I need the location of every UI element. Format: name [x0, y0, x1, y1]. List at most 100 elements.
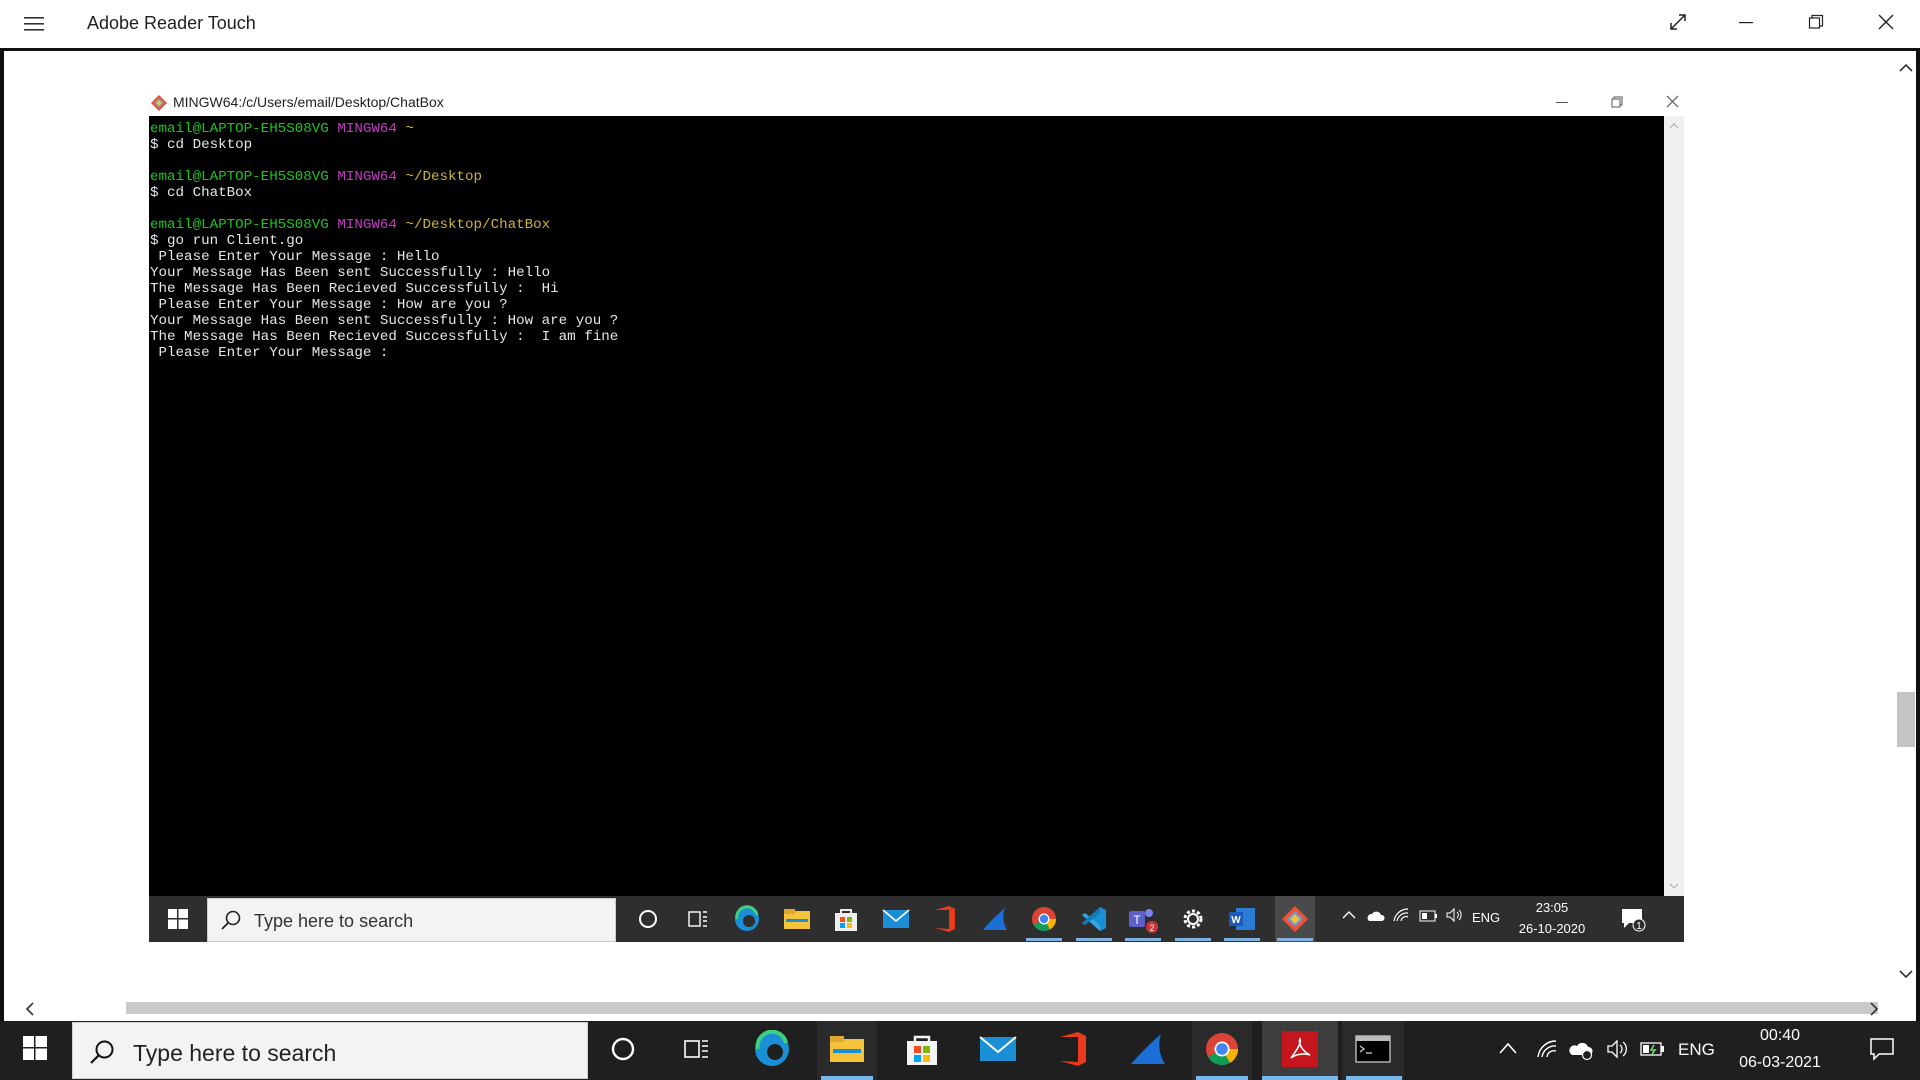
terminal-restore-button: [1597, 91, 1637, 116]
prompt-user: email@LAPTOP-EH5S08VG: [150, 121, 329, 137]
task-view-button[interactable]: [666, 1029, 726, 1073]
minimize-icon: [1738, 14, 1754, 35]
close-icon: [1666, 95, 1679, 113]
teams-icon: T2: [1126, 902, 1160, 936]
language-indicator[interactable]: ENG: [1678, 1040, 1715, 1060]
clock-time[interactable]: 00:40: [1735, 1027, 1825, 1045]
file-explorer-button[interactable]: [817, 1029, 877, 1073]
clock-date[interactable]: 06-03-2021: [1730, 1054, 1830, 1072]
volume-icon[interactable]: [1606, 1039, 1630, 1064]
mail-icon: [979, 1035, 1017, 1068]
taskbar-search-box[interactable]: Type here to search: [72, 1022, 588, 1079]
vertical-scroll-thumb[interactable]: [1897, 692, 1915, 747]
office-button[interactable]: [1043, 1029, 1103, 1073]
prompt-path: ~/Desktop: [405, 169, 483, 185]
output-line: Please Enter Your Message :: [150, 345, 389, 361]
cortana-button[interactable]: [593, 1029, 653, 1073]
minimize-icon: [1556, 95, 1568, 113]
horizontal-scroll-thumb[interactable]: [126, 1002, 1878, 1014]
expand-icon: [1669, 13, 1687, 36]
store-icon: [829, 902, 863, 936]
settings-gear-icon: [1176, 902, 1210, 936]
scroll-right-arrow-icon[interactable]: [1864, 999, 1884, 1019]
restore-icon: [1611, 95, 1623, 113]
scroll-down-arrow-icon[interactable]: [1896, 964, 1916, 984]
prompt-shell: MINGW64: [337, 217, 397, 233]
edge-button[interactable]: [742, 1029, 802, 1073]
file-explorer-icon: [829, 1034, 865, 1069]
terminal-close-button: [1652, 91, 1692, 116]
volume-icon: [1445, 907, 1465, 926]
running-indicator: [821, 1076, 873, 1080]
show-hidden-icons-button[interactable]: [1498, 1040, 1518, 1061]
windows-start-icon: [149, 896, 206, 942]
close-button[interactable]: [1852, 0, 1920, 48]
vertical-scrollbar[interactable]: [1896, 52, 1916, 993]
store-button[interactable]: [892, 1029, 952, 1073]
action-center-button[interactable]: [1864, 1035, 1900, 1067]
screenshot-clock-time: 23:05: [1535, 900, 1569, 915]
minimize-button[interactable]: [1712, 0, 1780, 48]
screenshot-clock-date: 26-10-2020: [1518, 921, 1586, 936]
restore-button[interactable]: [1782, 0, 1850, 48]
office-icon: [1058, 1031, 1088, 1072]
window-border: [0, 48, 4, 1021]
teams-badge: 2: [1149, 923, 1154, 933]
adobe-reader-button[interactable]: [1270, 1029, 1330, 1073]
output-line: The Message Has Been Recieved Successful…: [150, 329, 619, 345]
search-icon: [220, 909, 242, 936]
command-prompt-button[interactable]: [1343, 1029, 1403, 1073]
restore-icon: [1808, 14, 1824, 35]
full-screen-button[interactable]: [1644, 0, 1712, 48]
prompt-path: ~: [405, 121, 414, 137]
chevron-up-icon: [1499, 1042, 1517, 1054]
task-view-icon: [681, 902, 715, 936]
language-indicator: ENG: [1472, 910, 1501, 925]
notification-count: 1: [1636, 921, 1642, 932]
wifi-icon: [1392, 907, 1410, 926]
svg-text:W: W: [1231, 915, 1241, 926]
onedrive-sync-icon[interactable]: [1568, 1039, 1594, 1066]
search-placeholder: Type here to search: [133, 1040, 337, 1066]
word-icon: W: [1225, 902, 1259, 936]
horizontal-scrollbar[interactable]: [4, 998, 1896, 1020]
wifi-icon[interactable]: [1536, 1039, 1558, 1064]
command-line: $ go run Client.go: [150, 233, 304, 249]
chrome-icon: [1027, 902, 1061, 936]
output-line: Your Message Has Been sent Successfully …: [150, 265, 551, 281]
onedrive-icon: [1365, 909, 1385, 926]
chrome-button[interactable]: [1192, 1029, 1252, 1073]
cortana-icon: [610, 1036, 636, 1067]
output-line: Please Enter Your Message : How are you …: [150, 297, 508, 313]
prompt-user: email@LAPTOP-EH5S08VG: [150, 169, 329, 185]
prompt-user: email@LAPTOP-EH5S08VG: [150, 217, 329, 233]
shark-app-button[interactable]: [1118, 1029, 1178, 1073]
prompt-line: email@LAPTOP-EH5S08VG MINGW64 ~/Desktop: [150, 169, 1664, 185]
prompt-shell: MINGW64: [337, 121, 397, 137]
vscode-icon: [1077, 902, 1111, 936]
task-view-icon: [682, 1037, 710, 1066]
system-tray: ENG 00:40 06-03-2021: [1490, 1021, 1920, 1080]
chrome-icon: [1204, 1031, 1240, 1072]
file-explorer-icon: [780, 902, 814, 936]
terminal-title: MINGW64:/c/Users/email/Desktop/ChatBox: [173, 94, 444, 110]
scroll-up-arrow-icon[interactable]: [1896, 58, 1916, 78]
app-title: Adobe Reader Touch: [87, 13, 256, 33]
edge-icon: [730, 902, 764, 936]
active-indicator: [1026, 938, 1062, 941]
screenshot-taskbar: Type here to search T2 W ENG 23:05 26-10…: [149, 896, 1684, 942]
svg-text:T: T: [1133, 913, 1141, 927]
mail-button[interactable]: [968, 1029, 1028, 1073]
hamburger-menu-icon[interactable]: [16, 8, 52, 40]
search-placeholder: Type here to search: [254, 911, 414, 931]
document-image-terminal-window: MINGW64:/c/Users/email/Desktop/ChatBox e…: [149, 91, 1684, 951]
show-hidden-icons-icon: [1341, 907, 1357, 926]
start-button[interactable]: [0, 1021, 70, 1080]
scroll-left-arrow-icon[interactable]: [20, 999, 40, 1019]
prompt-line: email@LAPTOP-EH5S08VG MINGW64 ~: [150, 121, 1664, 137]
mail-icon: [879, 902, 913, 936]
git-bash-icon: [151, 95, 167, 111]
output-line: Your Message Has Been sent Successfully …: [150, 313, 619, 329]
active-indicator: [1277, 938, 1313, 941]
battery-charging-icon[interactable]: [1640, 1040, 1666, 1063]
